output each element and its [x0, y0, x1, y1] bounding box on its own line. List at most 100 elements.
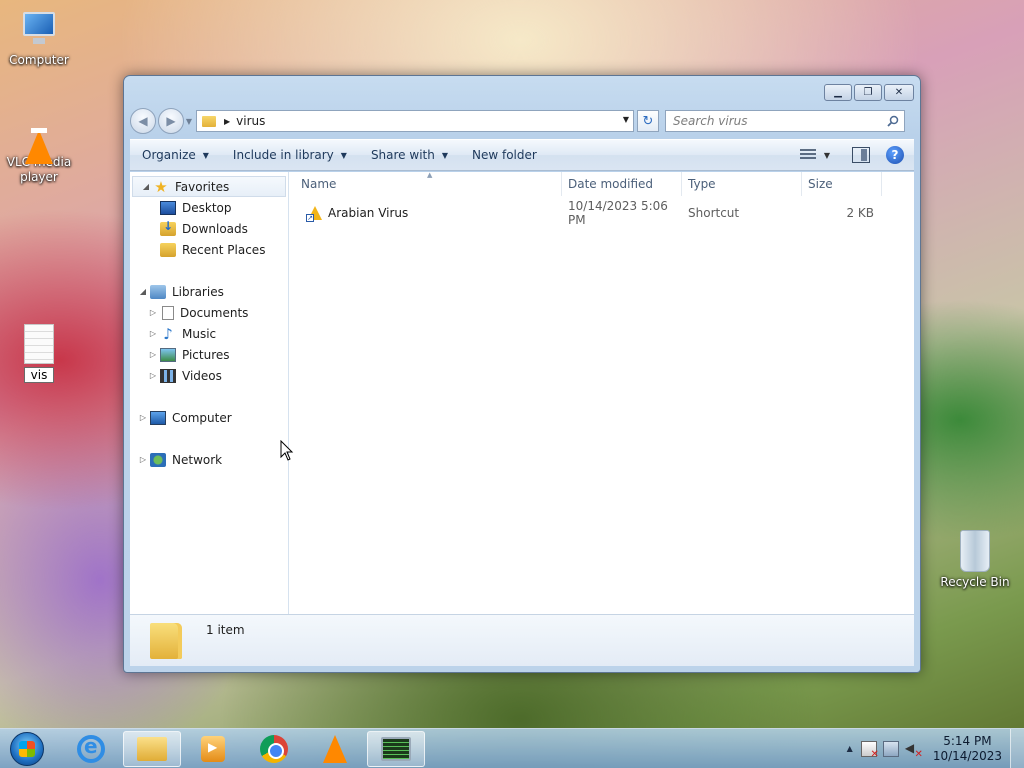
address-dropdown-icon[interactable]: ▼	[623, 115, 629, 124]
share-with-button[interactable]: Share with ▼	[359, 140, 460, 170]
desktop-icon-label: Recycle Bin	[940, 575, 1010, 589]
windows-explorer-icon	[137, 736, 167, 761]
tree-item-pictures[interactable]: ▷ Pictures	[130, 344, 288, 365]
expanded-arrow-icon[interactable]: ◢	[139, 182, 153, 191]
column-header-size[interactable]: Size	[802, 172, 882, 196]
computer-icon	[19, 10, 59, 50]
preview-pane-icon[interactable]	[852, 147, 870, 163]
expanded-arrow-icon[interactable]: ◢	[136, 287, 150, 296]
minimize-button[interactable]: ▁	[824, 84, 852, 101]
include-in-library-label: Include in library	[232, 148, 334, 162]
collapsed-arrow-icon[interactable]: ▷	[146, 350, 160, 359]
start-button[interactable]	[10, 731, 44, 766]
text-file-icon	[24, 324, 54, 364]
network-status-icon[interactable]	[882, 740, 899, 757]
collapsed-arrow-icon[interactable]: ▷	[146, 308, 160, 317]
recent-pages-dropdown[interactable]: ▼	[184, 117, 194, 126]
tree-item-documents[interactable]: ▷ Documents	[130, 302, 288, 323]
tree-item-videos[interactable]: ▷ Videos	[130, 365, 288, 386]
clock[interactable]: 5:14 PM 10/14/2023	[933, 734, 1002, 764]
tree-item-music[interactable]: ▷ ♪ Music	[130, 323, 288, 344]
desktop-icon-recycle-bin[interactable]: Recycle Bin	[938, 530, 1012, 589]
back-button[interactable]: ◀	[130, 108, 156, 134]
column-header-type[interactable]: Type	[682, 172, 802, 196]
file-name: Arabian Virus	[328, 206, 409, 220]
taskbar-windows-explorer[interactable]	[123, 730, 181, 767]
search-input[interactable]	[673, 114, 883, 128]
volume-muted-icon[interactable]	[905, 741, 922, 760]
vlc-icon	[323, 734, 347, 763]
tree-item-computer[interactable]: ▷ Computer	[130, 407, 288, 428]
file-row[interactable]: ↗ Arabian Virus 10/14/2023 5:06 PM Short…	[289, 199, 914, 227]
change-view-button[interactable]: ▼	[799, 149, 830, 161]
share-with-label: Share with	[370, 148, 435, 162]
pictures-icon	[160, 347, 176, 362]
tree-item-recent-places[interactable]: Recent Places	[130, 239, 288, 260]
recent-places-icon	[160, 242, 176, 257]
collapsed-arrow-icon[interactable]: ▷	[146, 329, 160, 338]
collapsed-arrow-icon[interactable]: ▷	[136, 455, 150, 464]
collapsed-arrow-icon[interactable]: ▷	[146, 371, 160, 380]
new-folder-label: New folder	[472, 148, 537, 162]
videos-icon	[160, 368, 176, 383]
tree-item-network[interactable]: ▷ Network	[130, 449, 288, 470]
tree-item-favorites[interactable]: ◢ ★ Favorites	[132, 176, 286, 197]
action-center-icon[interactable]	[860, 740, 879, 760]
taskbar-media-player[interactable]	[184, 731, 242, 767]
sort-ascending-icon: ▲	[427, 171, 433, 179]
organize-button[interactable]: Organize ▼	[130, 140, 221, 170]
tree-item-label: Network	[172, 452, 223, 467]
tree-item-libraries[interactable]: ◢ Libraries	[130, 281, 288, 302]
taskbar-chrome[interactable]	[245, 731, 303, 767]
desktop-icon-vlc[interactable]: VLC media player	[2, 112, 76, 185]
desktop-icon-vis[interactable]: vis	[2, 324, 76, 383]
file-size: 2 KB	[846, 206, 874, 220]
folder-icon	[150, 622, 182, 659]
show-hidden-icons-icon[interactable]: ▲	[847, 744, 853, 753]
close-icon: ✕	[894, 87, 904, 98]
libraries-icon	[150, 284, 166, 299]
chevron-down-icon: ▼	[340, 150, 347, 160]
forward-button[interactable]: ▶	[158, 108, 184, 134]
include-in-library-button[interactable]: Include in library ▼	[221, 140, 359, 170]
notification-area: ▲ 5:14 PM 10/14/2023	[847, 728, 1024, 768]
network-icon	[150, 452, 166, 467]
column-header-label: Date modified	[568, 177, 654, 191]
monitor-app-icon	[381, 736, 411, 761]
restore-icon: ❐	[863, 87, 873, 98]
organize-label: Organize	[142, 148, 196, 162]
desktop-icon-computer[interactable]: Computer	[2, 10, 76, 67]
address-bar[interactable]: ▶ virus ▼	[196, 110, 634, 132]
restore-button[interactable]: ❐	[854, 84, 882, 101]
tree-item-desktop[interactable]: Desktop	[130, 197, 288, 218]
tree-item-label: Recent Places	[182, 242, 266, 257]
item-count: 1 item	[206, 622, 245, 637]
internet-explorer-icon	[77, 734, 105, 763]
file-name-cell[interactable]: ↗ Arabian Virus	[289, 205, 562, 222]
close-button[interactable]: ✕	[884, 84, 914, 101]
column-header-label: Type	[688, 177, 716, 191]
show-desktop-button[interactable]	[1010, 728, 1024, 768]
help-icon[interactable]: ?	[886, 146, 904, 164]
search-icon[interactable]	[887, 115, 899, 127]
tree-item-label: Music	[182, 326, 217, 341]
column-header-date-modified[interactable]: Date modified	[562, 172, 682, 196]
collapsed-arrow-icon[interactable]: ▷	[136, 413, 150, 422]
taskbar-monitor-app[interactable]	[367, 730, 425, 767]
column-header-label: Size	[808, 177, 833, 191]
windows-logo-icon	[19, 740, 35, 757]
details-pane: 1 item	[130, 614, 914, 666]
refresh-button[interactable]: ↻	[637, 110, 659, 132]
tree-item-label: Computer	[172, 410, 232, 425]
taskbar-vlc[interactable]	[306, 731, 364, 767]
column-header-name[interactable]: ▲ Name	[289, 171, 562, 196]
tree-item-downloads[interactable]: Downloads	[130, 218, 288, 239]
breadcrumb-current[interactable]: virus	[236, 114, 265, 128]
tree-item-label: Documents	[180, 305, 249, 320]
taskbar-internet-explorer[interactable]	[62, 731, 120, 767]
new-folder-button[interactable]: New folder	[460, 140, 549, 170]
minimize-icon: ▁	[834, 87, 842, 98]
breadcrumb-separator-icon[interactable]: ▶	[224, 117, 230, 126]
tree-item-label: Pictures	[182, 347, 230, 362]
taskbar: ▲ 5:14 PM 10/14/2023	[0, 728, 1024, 768]
